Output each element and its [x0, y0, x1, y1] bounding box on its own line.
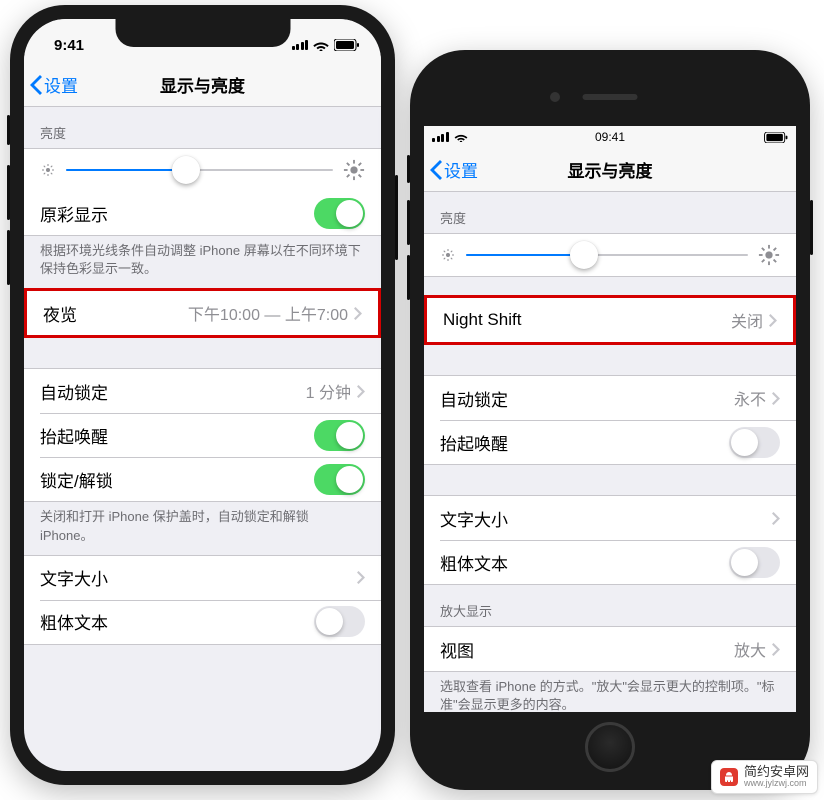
phone-frame-iphone-x: 9:41 设置 显示与亮度 [10, 5, 395, 785]
back-button[interactable]: 设置 [424, 157, 478, 182]
row-auto-lock[interactable]: 自动锁定 1 分钟 [24, 369, 381, 413]
row-auto-lock[interactable]: 自动锁定 永不 [424, 376, 796, 420]
watermark-name: 简约安卓网 [744, 765, 809, 779]
zoom-footer: 选取查看 iPhone 的方式。"放大"会显示更大的控制项。"标准"会显示更多的… [424, 672, 796, 712]
volume-down-button [7, 230, 10, 285]
auto-lock-detail: 1 分钟 [306, 379, 351, 403]
night-shift-label: Night Shift [443, 310, 731, 330]
chevron-right-icon [357, 571, 365, 584]
night-shift-detail: 关闭 [731, 308, 763, 332]
row-night-shift[interactable]: Night Shift 关闭 [427, 298, 793, 342]
row-raise-to-wake: 抬起唤醒 [24, 413, 381, 457]
row-raise-to-wake: 抬起唤醒 [424, 420, 796, 464]
front-camera [550, 92, 560, 102]
brightness-high-icon [343, 159, 365, 181]
night-shift-label: 夜览 [43, 301, 188, 326]
section-header-zoom: 放大显示 [424, 585, 796, 626]
bold-text-label: 粗体文本 [40, 609, 314, 634]
chevron-right-icon [772, 392, 780, 405]
brightness-slider-row [424, 234, 796, 276]
auto-lock-label: 自动锁定 [440, 386, 734, 411]
back-button[interactable]: 设置 [24, 72, 78, 97]
chevron-right-icon [354, 307, 362, 320]
raise-to-wake-toggle[interactable] [729, 427, 780, 458]
chevron-left-icon [30, 75, 42, 95]
status-time: 09:41 [424, 130, 796, 144]
section-header-brightness: 亮度 [24, 107, 381, 148]
true-tone-toggle[interactable] [314, 198, 365, 229]
row-lock-unlock: 锁定/解锁 [24, 457, 381, 501]
bold-text-label: 粗体文本 [440, 550, 729, 575]
notch [115, 19, 290, 47]
back-label: 设置 [44, 72, 78, 97]
chevron-right-icon [772, 643, 780, 656]
mute-switch [7, 115, 10, 145]
back-label: 设置 [444, 157, 478, 182]
chevron-left-icon [430, 160, 442, 180]
home-button[interactable] [585, 722, 635, 772]
row-bold-text: 粗体文本 [24, 600, 381, 644]
chevron-right-icon [772, 512, 780, 525]
row-display-zoom[interactable]: 视图 放大 [424, 627, 796, 671]
raise-to-wake-label: 抬起唤醒 [40, 423, 314, 448]
night-shift-detail: 下午10:00 — 上午7:00 [188, 301, 348, 325]
row-night-shift[interactable]: 夜览 下午10:00 — 上午7:00 [27, 291, 378, 335]
bold-text-toggle[interactable] [314, 606, 365, 637]
raise-to-wake-toggle[interactable] [314, 420, 365, 451]
lock-unlock-toggle[interactable] [314, 464, 365, 495]
signal-icon [292, 40, 309, 50]
highlight-night-shift: Night Shift 关闭 [424, 295, 796, 345]
row-bold-text: 粗体文本 [424, 540, 796, 584]
mute-switch [407, 155, 410, 183]
true-tone-label: 原彩显示 [40, 201, 314, 226]
brightness-slider-row [24, 149, 381, 191]
volume-down-button [407, 255, 410, 300]
page-title: 显示与亮度 [424, 157, 796, 182]
display-zoom-label: 视图 [440, 637, 734, 662]
status-bar: 09:41 [424, 126, 796, 148]
text-size-label: 文字大小 [40, 565, 357, 590]
brightness-high-icon [758, 244, 780, 266]
volume-up-button [7, 165, 10, 220]
section-header-brightness: 亮度 [424, 192, 796, 233]
battery-icon [334, 39, 359, 51]
lock-footer: 关闭和打开 iPhone 保护盖时，自动锁定和解锁 iPhone。 [24, 502, 381, 554]
phone-frame-iphone-8: 09:41 设置 显示与亮度 亮度 [410, 50, 810, 790]
status-time: 9:41 [54, 37, 84, 54]
watermark-url: www.jylzwj.com [744, 779, 809, 789]
nav-bar: 设置 显示与亮度 [24, 63, 381, 107]
chevron-right-icon [769, 314, 777, 327]
bold-text-toggle[interactable] [729, 547, 780, 578]
raise-to-wake-label: 抬起唤醒 [440, 430, 729, 455]
brightness-low-icon [40, 162, 56, 178]
brightness-low-icon [440, 247, 456, 263]
side-button [395, 175, 398, 260]
true-tone-footer: 根据环境光线条件自动调整 iPhone 屏幕以在不同环境下保持色彩显示一致。 [24, 236, 381, 288]
auto-lock-label: 自动锁定 [40, 379, 306, 404]
earpiece [583, 94, 638, 100]
text-size-label: 文字大小 [440, 506, 772, 531]
side-button [810, 200, 813, 255]
brightness-slider[interactable] [466, 254, 748, 256]
row-text-size[interactable]: 文字大小 [424, 496, 796, 540]
lock-unlock-label: 锁定/解锁 [40, 467, 314, 492]
auto-lock-detail: 永不 [734, 386, 766, 410]
volume-up-button [407, 200, 410, 245]
row-text-size[interactable]: 文字大小 [24, 556, 381, 600]
android-icon [720, 768, 738, 786]
watermark: 简约安卓网 www.jylzwj.com [711, 760, 818, 794]
highlight-night-shift: 夜览 下午10:00 — 上午7:00 [24, 288, 381, 338]
chevron-right-icon [357, 385, 365, 398]
row-true-tone: 原彩显示 [24, 191, 381, 235]
display-zoom-detail: 放大 [734, 637, 766, 661]
brightness-slider[interactable] [66, 169, 333, 171]
wifi-icon [313, 39, 329, 51]
nav-bar: 设置 显示与亮度 [424, 148, 796, 192]
